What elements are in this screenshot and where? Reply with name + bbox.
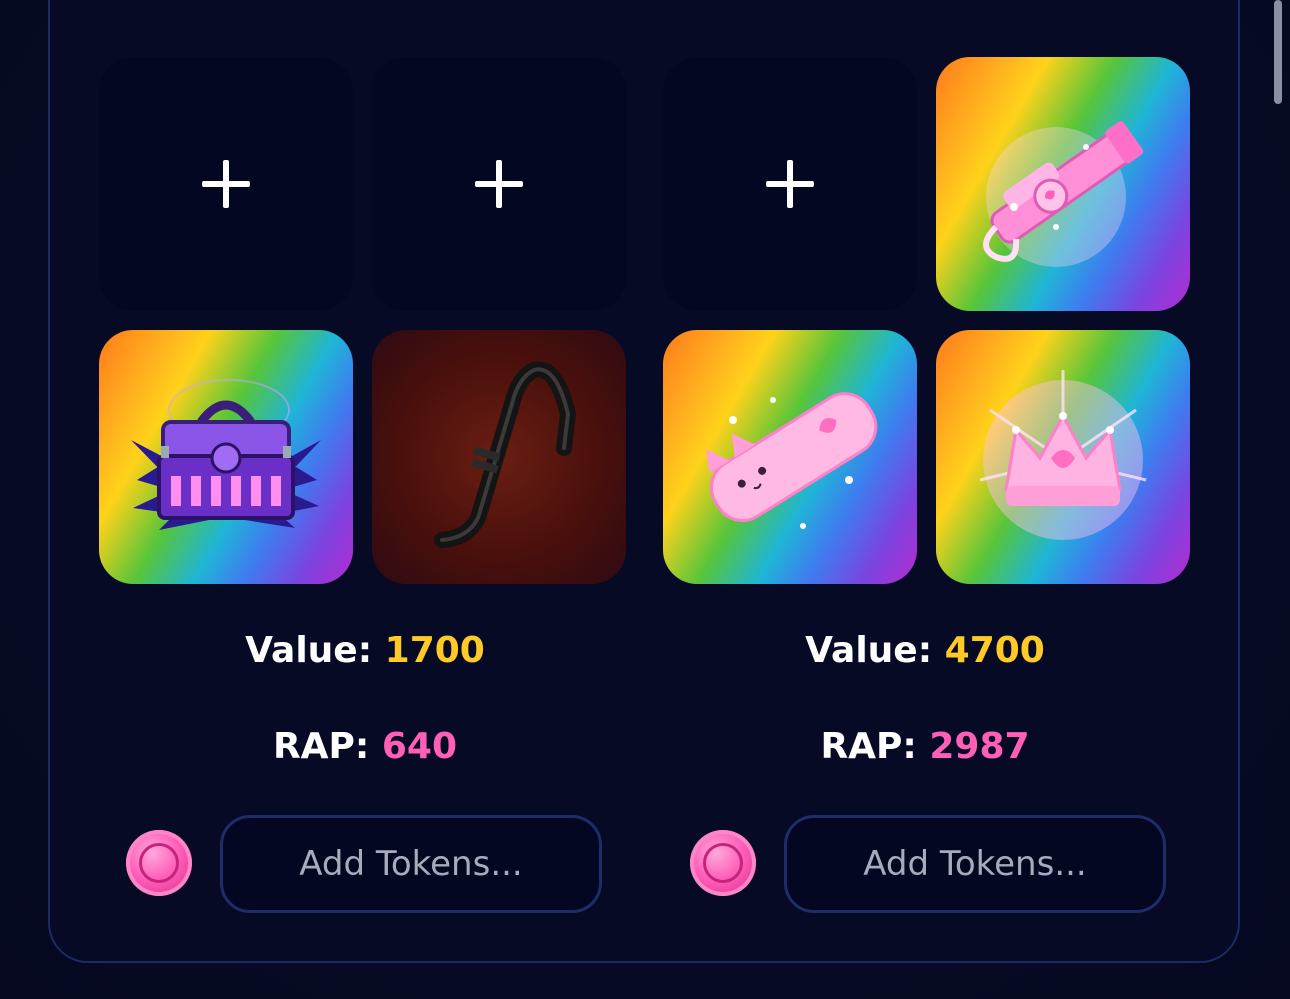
rap-label: RAP: — [820, 726, 917, 767]
offer-rap-line: RAP: 640 — [220, 726, 510, 767]
pink-token-coin-icon — [126, 830, 192, 896]
add-item-icon[interactable] — [766, 160, 814, 208]
add-tokens-input[interactable] — [784, 815, 1166, 913]
item-slot-cat-sword[interactable] — [663, 330, 917, 584]
empty-slot[interactable] — [372, 57, 626, 311]
empty-slot[interactable] — [99, 57, 353, 311]
add-tokens-input[interactable] — [220, 815, 602, 913]
rap-label: RAP: — [272, 726, 370, 767]
value-amount: 4700 — [944, 630, 1045, 671]
item-slot-chest[interactable] — [99, 330, 353, 584]
add-item-icon[interactable] — [202, 160, 250, 208]
item-slot-heart-crown[interactable] — [936, 330, 1190, 584]
black-crowbar-icon — [434, 361, 576, 548]
offer-value-line: Value: 1700 — [220, 630, 510, 671]
rap-amount: 640 — [381, 726, 458, 767]
offer-rap-line: RAP: 2987 — [780, 726, 1070, 767]
pink-token-coin-icon — [690, 830, 756, 896]
purple-chest-icon — [131, 379, 321, 530]
pink-heart-crown-icon — [979, 370, 1147, 540]
pink-cat-sword-icon — [706, 392, 878, 529]
empty-slot[interactable] — [663, 57, 917, 311]
value-label: Value: — [245, 630, 373, 671]
value-label: Value: — [805, 630, 933, 671]
item-slot-heart-gun[interactable] — [936, 57, 1190, 311]
value-amount: 1700 — [384, 630, 485, 671]
trade-screen: Value: 1700 RAP: 640 Add Tokens... Value… — [0, 0, 1290, 999]
pink-heart-gun-icon — [983, 121, 1144, 267]
add-item-icon[interactable] — [475, 160, 523, 208]
offer-value-line: Value: 4700 — [780, 630, 1070, 671]
rap-amount: 2987 — [929, 726, 1030, 767]
scrollbar-thumb[interactable] — [1274, 0, 1282, 104]
item-slot-crowbar[interactable] — [372, 330, 626, 584]
